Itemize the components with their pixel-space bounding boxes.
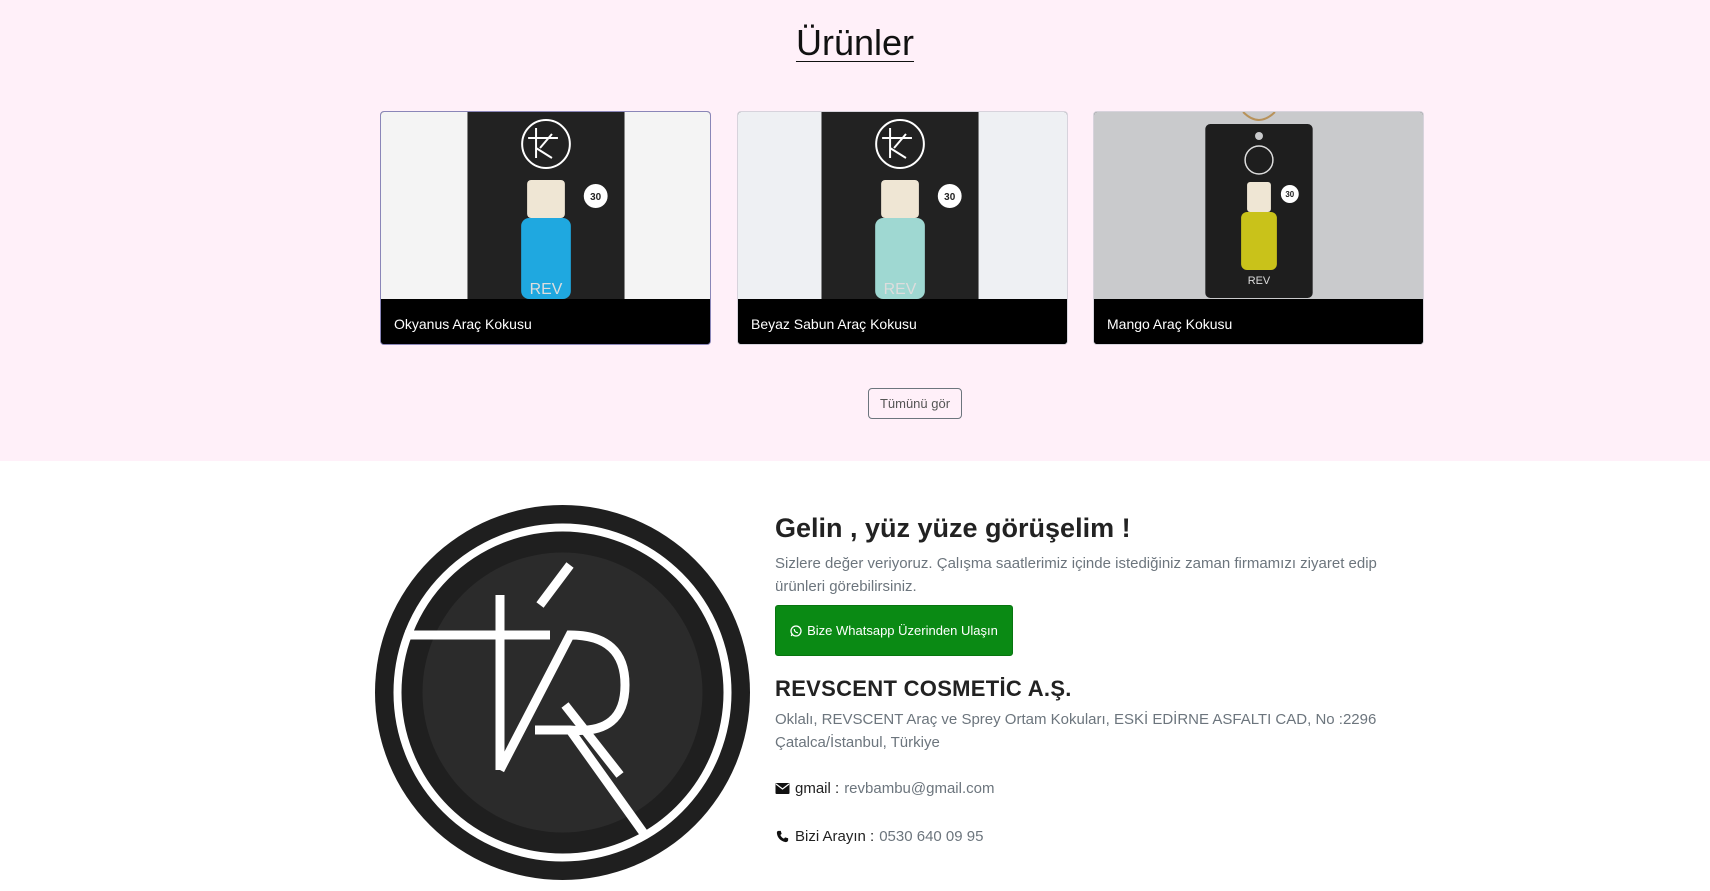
product-card[interactable]: 30 REV Mango Araç Kokusu xyxy=(1093,111,1424,345)
svg-text:REV: REV xyxy=(1248,275,1271,287)
company-address: Oklalı, REVSCENT Araç ve Sprey Ortam Kok… xyxy=(775,711,1377,751)
whatsapp-button-label: Bize Whatsapp Üzerinden Ulaşın xyxy=(807,623,998,638)
product-caption: Okyanus Araç Kokusu xyxy=(381,299,710,344)
svg-text:REV: REV xyxy=(530,281,563,298)
view-all-button[interactable]: Tümünü gör xyxy=(868,388,962,419)
product-image: 30 REV xyxy=(1094,112,1423,299)
email-row: gmail : revbambu@gmail.com xyxy=(775,780,994,797)
envelope-icon xyxy=(775,783,790,794)
products-title: Ürünler xyxy=(795,22,915,63)
contact-title: Gelin , yüz yüze görüşelim ! xyxy=(775,513,1131,543)
product-card[interactable]: 30 REV Okyanus Araç Kokusu xyxy=(380,111,711,345)
product-card[interactable]: 30 REV Beyaz Sabun Araç Kokusu xyxy=(737,111,1068,345)
svg-text:30: 30 xyxy=(590,192,602,203)
product-image: 30 REV xyxy=(381,112,710,299)
product-caption: Mango Araç Kokusu xyxy=(1094,299,1423,344)
email-value[interactable]: revbambu@gmail.com xyxy=(844,780,994,797)
whatsapp-button[interactable]: Bize Whatsapp Üzerinden Ulaşın xyxy=(775,605,1013,656)
phone-row: Bizi Arayın : 0530 640 09 95 xyxy=(775,828,983,845)
phone-label: Bizi Arayın : xyxy=(795,828,875,845)
whatsapp-icon xyxy=(790,624,802,637)
rk-logo-icon xyxy=(375,505,750,880)
contact-description: Sizlere değer veriyoruz. Çalışma saatler… xyxy=(775,555,1377,595)
svg-text:30: 30 xyxy=(944,192,956,203)
company-name: REVSCENT COSMETİC A.Ş. xyxy=(775,676,1072,701)
phone-icon xyxy=(776,830,789,843)
svg-text:30: 30 xyxy=(1285,190,1294,199)
product-image: 30 REV xyxy=(738,112,1067,299)
svg-text:REV: REV xyxy=(884,281,917,298)
email-label: gmail : xyxy=(795,780,840,797)
product-caption: Beyaz Sabun Araç Kokusu xyxy=(738,299,1067,344)
phone-value[interactable]: 0530 640 09 95 xyxy=(879,828,983,845)
